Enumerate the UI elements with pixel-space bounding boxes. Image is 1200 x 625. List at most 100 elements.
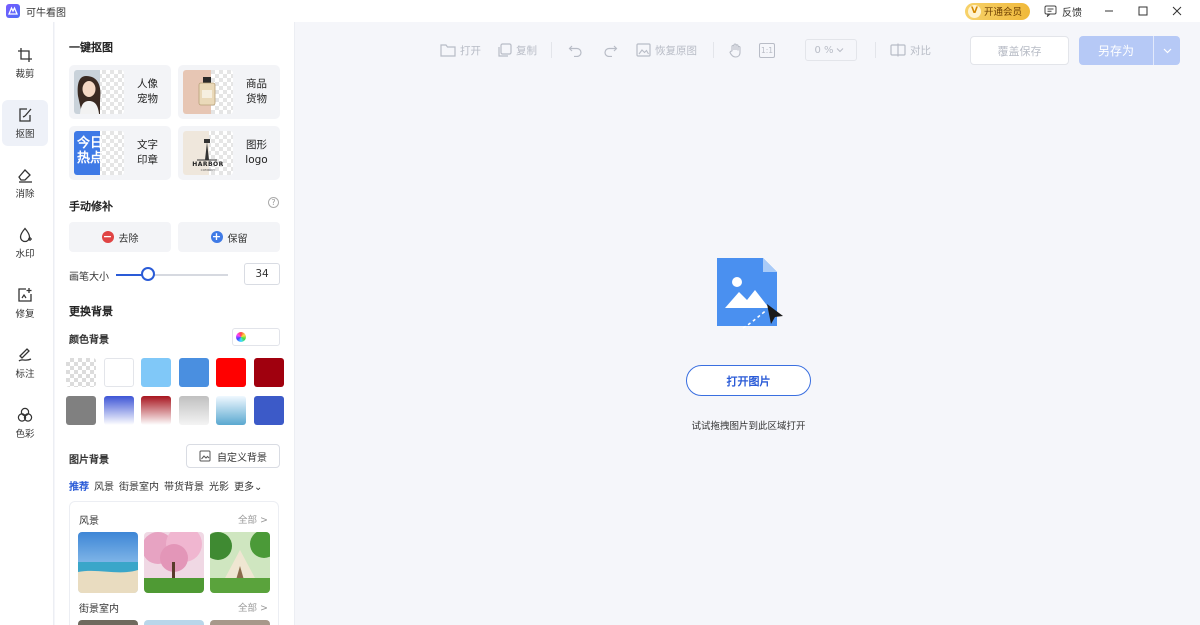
custom-background-button[interactable]: 自定义背景 [186,444,280,468]
actual-size-icon: 1:1 [759,42,775,58]
background-gallery: 风景 全部 > 街景室内 全部 > [69,501,279,625]
help-icon[interactable]: ? [268,197,279,208]
overwrite-save-button[interactable]: 覆盖保存 [970,36,1069,65]
color-swatch-red[interactable] [216,358,246,387]
rail-item-crop[interactable]: 裁剪 [2,40,48,86]
cutout-icon [19,107,32,122]
cutout-card-text[interactable]: 今日 热点 文字 印章 [69,126,171,180]
image-restore-icon [636,43,651,57]
vip-button[interactable]: V 开通会员 [964,2,1030,20]
restore-original-label: 恢复原图 [655,44,697,57]
redo-button[interactable] [603,43,622,57]
zoom-unit: % [824,44,834,56]
tab-more[interactable]: 更多⌄ [234,478,262,493]
color-swatch-sky-gradient[interactable] [216,396,246,425]
remove-button[interactable]: − 去除 [69,222,171,252]
bg-thumb-street-2[interactable] [144,620,204,625]
open-button[interactable]: 打开 [440,43,481,58]
color-swatch-dark-red[interactable] [253,358,284,387]
tab-product-bg[interactable]: 带货背景 [164,478,204,493]
remove-label: 去除 [118,233,139,245]
open-label: 打开 [460,44,481,57]
brush-size-input[interactable]: 34 [244,263,280,285]
compare-icon [890,43,906,57]
bg-thumb-beach[interactable] [78,532,138,593]
chevron-down-icon [836,48,843,53]
close-button[interactable] [1160,0,1194,22]
open-image-button[interactable]: 打开图片 [686,365,811,396]
cutout-card-goods[interactable]: 商品 货物 [178,65,280,119]
rail-item-eraser[interactable]: 消除 [2,160,48,206]
vip-label: 开通会员 [983,7,1022,18]
feedback-button[interactable]: 反馈 [1044,4,1082,19]
color-swatch-light-blue[interactable] [141,358,171,387]
maximize-button[interactable] [1126,0,1160,22]
rail-item-watermark[interactable]: 水印 [2,220,48,266]
color-swatch-transparent[interactable] [66,358,96,387]
street-indoor-group-title: 街景室内 [79,604,119,615]
color-picker-button[interactable] [232,328,280,346]
cutout-card-portrait[interactable]: 人像 宠物 [69,65,171,119]
compare-button[interactable]: 对比 [890,43,931,58]
cutout-panel: 一键抠图 人像 宠物 商品 货物 今日 热点 文字 印章 HARBOR COMP… [55,22,295,625]
title-bar: 可牛看图 V 开通会员 反馈 [0,0,1200,22]
tool-rail: 裁剪 抠图 消除 水印 修复 标注 色彩 [0,22,54,625]
bg-thumb-cherry-blossom[interactable] [144,532,204,593]
scenery-view-all-link[interactable]: 全部 > [238,512,268,526]
copy-icon [498,42,512,57]
rail-label-watermark: 水印 [15,248,35,260]
change-background-title: 更换背景 [69,305,113,318]
color-background-label: 颜色背景 [69,335,109,346]
tab-street-indoor[interactable]: 街景室内 [119,478,159,493]
remove-icon: − [101,230,114,243]
brush-slider-handle[interactable] [141,267,156,281]
image-drop-area[interactable]: 打开图片 试试拖拽图片到此区域打开 [296,78,1200,625]
pan-hand-button[interactable] [728,42,747,58]
compare-label: 对比 [910,44,931,57]
color-swatch-blue[interactable] [178,358,209,387]
actual-size-button[interactable]: 1:1 [759,42,775,58]
card-portrait-line2: 宠物 [137,93,158,105]
close-icon [1172,6,1182,16]
tab-scenery[interactable]: 风景 [94,478,114,493]
zoom-select[interactable]: 0 % [805,39,857,61]
rail-item-color[interactable]: 色彩 [2,400,48,446]
repair-icon [18,287,32,302]
tab-recommended[interactable]: 推荐 [69,478,89,493]
color-swatch-royal-blue[interactable] [253,396,284,425]
color-swatch-blue-gradient[interactable] [103,396,134,425]
copy-button[interactable]: 复制 [497,42,537,58]
image-background-label: 图片背景 [69,455,109,466]
keep-button[interactable]: + 保留 [178,222,280,252]
goods-thumbnail [183,70,233,114]
bg-thumb-street-3[interactable] [210,620,270,625]
tab-more-label: 更多 [234,482,254,493]
undo-button[interactable] [568,43,587,57]
bg-thumb-street-1[interactable] [78,620,138,625]
bg-thumb-tent[interactable] [210,532,270,593]
logo-thumbnail: HARBOR COMPANY [183,131,233,175]
color-swatch-red-gradient[interactable] [141,396,171,425]
brush-size-label: 画笔大小 [69,272,109,283]
restore-original-button[interactable]: 恢复原图 [636,43,697,58]
rail-label-cutout: 抠图 [15,128,35,140]
chevron-down-icon: ⌄ [254,482,263,493]
color-swatch-silver-gradient[interactable] [178,396,209,425]
redo-icon [604,45,618,57]
save-as-button[interactable]: 另存为 [1079,36,1180,65]
rail-item-annotate[interactable]: 标注 [2,340,48,386]
save-as-dropdown[interactable] [1154,48,1180,54]
feedback-icon [1044,5,1057,17]
minimize-button[interactable] [1092,0,1126,22]
custom-background-label: 自定义背景 [217,452,267,464]
drag-hint-text: 试试拖拽图片到此区域打开 [691,421,806,432]
color-swatch-white[interactable] [103,358,134,387]
street-indoor-view-all-link[interactable]: 全部 > [238,600,268,614]
rail-item-repair[interactable]: 修复 [2,280,48,326]
color-swatch-grey[interactable] [66,396,96,425]
tab-light-shadow[interactable]: 光影 [209,478,229,493]
rail-item-cutout[interactable]: 抠图 [2,100,48,146]
card-text-line1: 文字 [137,139,158,151]
cutout-card-logo[interactable]: HARBOR COMPANY 图形 logo [178,126,280,180]
color-icon [17,407,33,422]
